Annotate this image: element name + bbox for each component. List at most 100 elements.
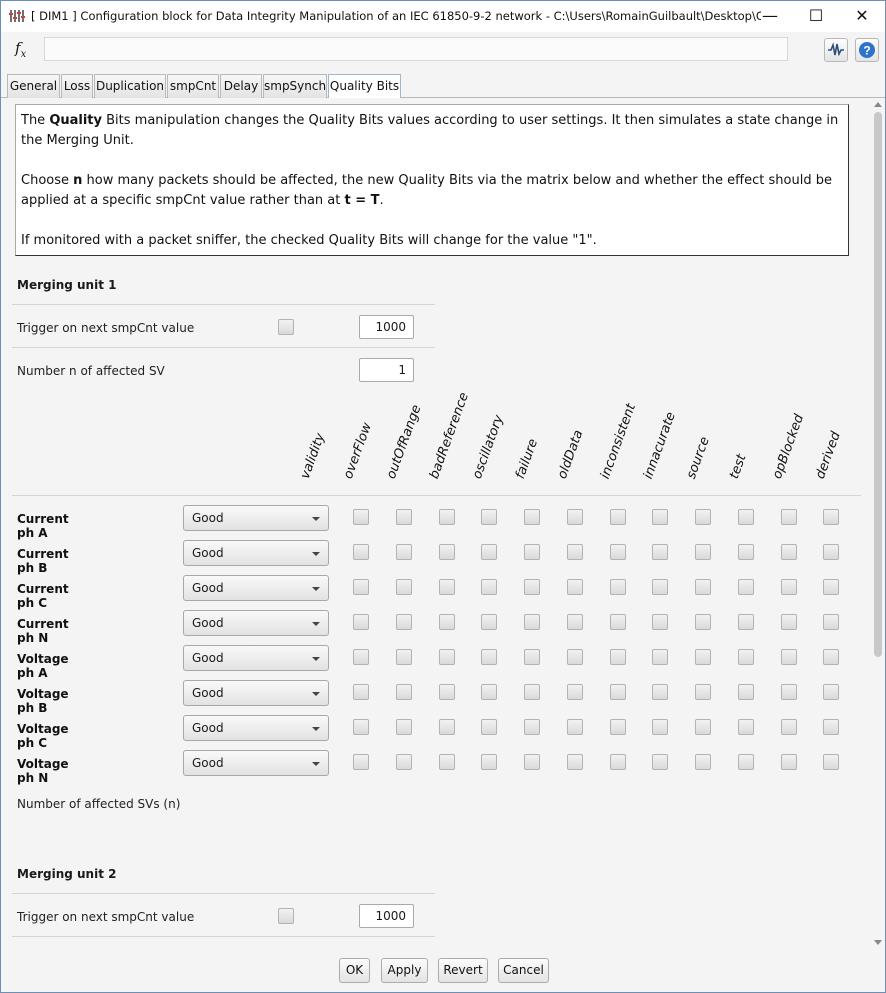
quality-bit-checkbox-inconsistent[interactable] (652, 649, 669, 665)
quality-bit-checkbox-overflow[interactable] (395, 614, 412, 630)
quality-select[interactable]: Good (183, 575, 329, 601)
cancel-button[interactable]: Cancel (498, 958, 549, 983)
quality-bit-checkbox-badreference[interactable] (481, 509, 498, 525)
quality-bit-checkbox-test[interactable] (780, 579, 797, 595)
quality-bit-checkbox-test[interactable] (780, 684, 797, 700)
quality-bit-checkbox-olddata[interactable] (609, 544, 626, 560)
tab-duplication[interactable]: Duplication (94, 74, 166, 98)
scroll-up-icon[interactable] (874, 102, 882, 107)
minimize-button[interactable]: — (747, 1, 793, 31)
ok-button[interactable]: OK (339, 958, 370, 983)
tab-smpcnt[interactable]: smpCnt (167, 74, 219, 98)
quality-bit-checkbox-outofrange[interactable] (438, 544, 455, 560)
quality-bit-checkbox-validity[interactable] (353, 649, 369, 665)
quality-bit-checkbox-oscillatory[interactable] (524, 579, 540, 595)
quality-select[interactable]: Good (183, 540, 329, 566)
quality-select[interactable]: Good (183, 750, 329, 776)
quality-bit-checkbox-inconsistent[interactable] (652, 509, 669, 525)
quality-bit-checkbox-innacurate[interactable] (695, 649, 711, 665)
quality-bit-checkbox-inconsistent[interactable] (652, 719, 669, 735)
quality-bit-checkbox-innacurate[interactable] (695, 684, 711, 700)
quality-bit-checkbox-validity[interactable] (353, 509, 369, 525)
quality-bit-checkbox-source[interactable] (737, 579, 754, 595)
quality-bit-checkbox-innacurate[interactable] (695, 509, 711, 525)
quality-bit-checkbox-inconsistent[interactable] (652, 544, 669, 560)
quality-bit-checkbox-innacurate[interactable] (695, 544, 711, 560)
quality-bit-checkbox-inconsistent[interactable] (652, 579, 669, 595)
trigger-checkbox-mu2[interactable] (278, 908, 294, 924)
quality-bit-checkbox-source[interactable] (737, 509, 754, 525)
quality-bit-checkbox-test[interactable] (780, 719, 797, 735)
quality-bit-checkbox-inconsistent[interactable] (652, 754, 669, 770)
affected-sv-input[interactable]: 1 (359, 358, 414, 382)
quality-bit-checkbox-inconsistent[interactable] (652, 684, 669, 700)
quality-bit-checkbox-failure[interactable] (566, 614, 583, 630)
tab-delay[interactable]: Delay (220, 74, 262, 98)
quality-bit-checkbox-opblocked[interactable] (823, 614, 840, 630)
quality-bit-checkbox-badreference[interactable] (481, 544, 498, 560)
quality-bit-checkbox-inconsistent[interactable] (652, 614, 669, 630)
quality-bit-checkbox-source[interactable] (737, 719, 754, 735)
quality-select[interactable]: Good (183, 715, 329, 741)
maximize-button[interactable]: ☐ (793, 1, 839, 31)
quality-bit-checkbox-olddata[interactable] (609, 754, 626, 770)
quality-bit-checkbox-oscillatory[interactable] (524, 649, 540, 665)
quality-bit-checkbox-source[interactable] (737, 754, 754, 770)
quality-bit-checkbox-oscillatory[interactable] (524, 684, 540, 700)
tab-quality-bits[interactable]: Quality Bits (328, 74, 401, 99)
quality-bit-checkbox-olddata[interactable] (609, 509, 626, 525)
quality-bit-checkbox-innacurate[interactable] (695, 754, 711, 770)
quality-select[interactable]: Good (183, 610, 329, 636)
quality-bit-checkbox-validity[interactable] (353, 754, 369, 770)
quality-bit-checkbox-olddata[interactable] (609, 719, 626, 735)
quality-bit-checkbox-overflow[interactable] (395, 544, 412, 560)
quality-bit-checkbox-failure[interactable] (566, 544, 583, 560)
quality-bit-checkbox-test[interactable] (780, 614, 797, 630)
quality-bit-checkbox-validity[interactable] (353, 614, 369, 630)
quality-bit-checkbox-innacurate[interactable] (695, 719, 711, 735)
quality-bit-checkbox-opblocked[interactable] (823, 579, 840, 595)
quality-bit-checkbox-validity[interactable] (353, 719, 369, 735)
scroll-thumb[interactable] (874, 112, 882, 657)
quality-bit-checkbox-source[interactable] (737, 684, 754, 700)
quality-bit-checkbox-badreference[interactable] (481, 649, 498, 665)
quality-bit-checkbox-overflow[interactable] (395, 754, 412, 770)
quality-select[interactable]: Good (183, 505, 329, 531)
quality-select[interactable]: Good (183, 645, 329, 671)
quality-bit-checkbox-overflow[interactable] (395, 579, 412, 595)
quality-bit-checkbox-opblocked[interactable] (823, 649, 840, 665)
quality-bit-checkbox-test[interactable] (780, 544, 797, 560)
quality-bit-checkbox-overflow[interactable] (395, 719, 412, 735)
quality-bit-checkbox-olddata[interactable] (609, 684, 626, 700)
trigger-smpcnt-input-mu2[interactable]: 1000 (359, 904, 414, 928)
quality-bit-checkbox-overflow[interactable] (395, 509, 412, 525)
tab-smpsynch[interactable]: smpSynch (263, 74, 327, 98)
quality-bit-checkbox-overflow[interactable] (395, 684, 412, 700)
quality-bit-checkbox-outofrange[interactable] (438, 509, 455, 525)
quality-bit-checkbox-validity[interactable] (353, 684, 369, 700)
scroll-down-icon[interactable] (874, 940, 882, 945)
quality-bit-checkbox-opblocked[interactable] (823, 719, 840, 735)
formula-field[interactable] (44, 37, 788, 61)
quality-bit-checkbox-innacurate[interactable] (695, 579, 711, 595)
quality-bit-checkbox-oscillatory[interactable] (524, 719, 540, 735)
vertical-scrollbar[interactable] (871, 98, 885, 950)
tab-general[interactable]: General (7, 74, 60, 98)
tab-loss[interactable]: Loss (61, 74, 93, 98)
quality-bit-checkbox-badreference[interactable] (481, 684, 498, 700)
quality-bit-checkbox-failure[interactable] (566, 719, 583, 735)
close-button[interactable]: ✕ (839, 1, 885, 31)
quality-bit-checkbox-outofrange[interactable] (438, 614, 455, 630)
quality-bit-checkbox-overflow[interactable] (395, 649, 412, 665)
quality-bit-checkbox-failure[interactable] (566, 579, 583, 595)
quality-bit-checkbox-oscillatory[interactable] (524, 544, 540, 560)
help-button[interactable]: ? (855, 38, 879, 62)
quality-bit-checkbox-outofrange[interactable] (438, 719, 455, 735)
quality-bit-checkbox-oscillatory[interactable] (524, 614, 540, 630)
trigger-checkbox[interactable] (278, 319, 294, 335)
apply-button[interactable]: Apply (381, 958, 428, 983)
quality-bit-checkbox-outofrange[interactable] (438, 649, 455, 665)
quality-bit-checkbox-opblocked[interactable] (823, 684, 840, 700)
quality-bit-checkbox-source[interactable] (737, 649, 754, 665)
signal-button[interactable] (824, 38, 848, 62)
